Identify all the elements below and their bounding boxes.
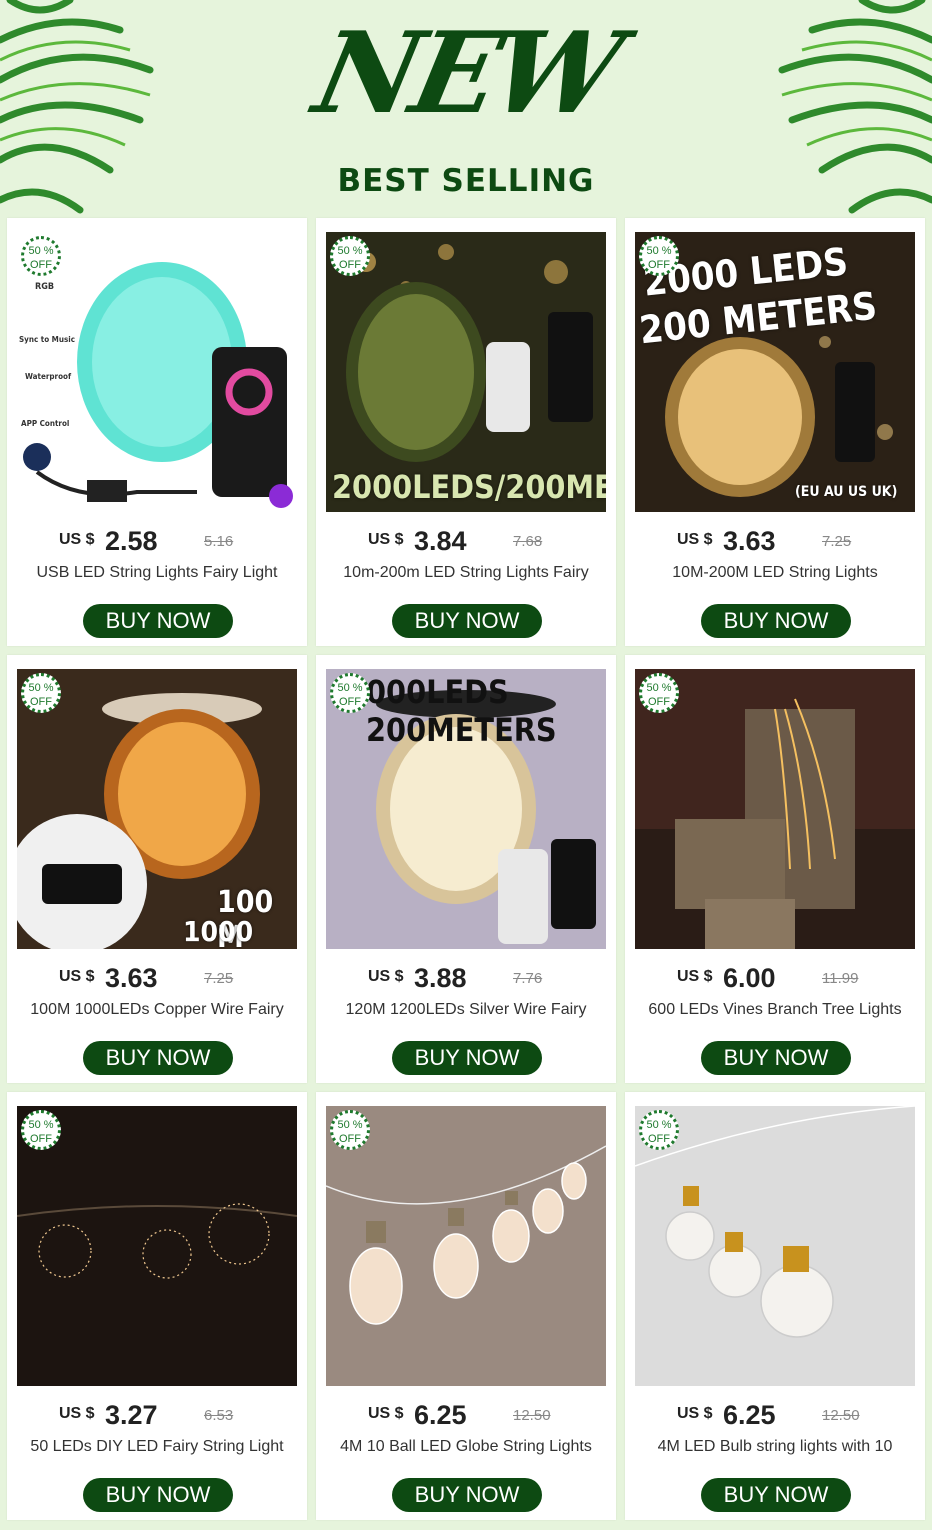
discount-badge: 50 % OFF [639,673,679,713]
original-price: 12.50 [513,1407,551,1424]
product-image[interactable] [635,1106,915,1386]
product-image[interactable]: 000LEDS 200METERS [326,669,606,949]
buy-now-button[interactable]: BUY NOW [83,1041,233,1075]
sale-price: 3.63 [723,526,776,556]
price-row: US $ 3.27 6.53 [7,1400,307,1436]
price-row: US $ 6.25 12.50 [316,1400,616,1436]
sale-price: 2.58 [105,526,158,556]
product-image[interactable]: RGB Sync to Music Waterproof APP Control [17,232,297,512]
best-selling-heading: BEST SELLING [337,163,595,199]
product-title[interactable]: USB LED String Lights Fairy Light [7,564,307,582]
original-price: 7.25 [204,970,234,987]
product-image[interactable] [635,669,915,949]
price-row: US $ 6.25 12.50 [625,1400,925,1436]
product-card[interactable]: 2000LEDS/200METERS 50 %OFF US $ 3.84 7.6… [316,218,616,646]
sale-price: 6.25 [723,1400,776,1430]
product-title[interactable]: 4M LED Bulb string lights with 10 [625,1438,925,1456]
buy-now-button[interactable]: BUY NOW [392,1478,542,1512]
currency-label: US $ [677,531,713,548]
discount-badge: 50 % OFF [21,1110,61,1150]
sale-price: 3.84 [414,526,467,556]
product-title[interactable]: 10M-200M LED String Lights [625,564,925,582]
product-card[interactable]: 50 % OFF US $ 3.27 6.53 50 LEDs DIY LED F… [7,1092,307,1520]
original-price: 5.16 [204,533,234,550]
buy-now-button[interactable]: BUY NOW [701,1478,851,1512]
currency-label: US $ [368,531,404,548]
discount-badge: 50 % OFF [330,673,370,713]
product-title[interactable]: 50 LEDs DIY LED Fairy String Light [7,1438,307,1456]
discount-badge: 50 % OFF [21,673,61,713]
discount-badge: 50 % OFF [330,236,370,276]
sale-price: 6.00 [723,963,776,993]
currency-label: US $ [59,968,95,985]
product-image[interactable] [326,1106,606,1386]
image-caption: RGB [35,282,55,292]
product-title[interactable]: 600 LEDs Vines Branch Tree Lights [625,1001,925,1019]
product-title[interactable]: 4M 10 Ball LED Globe String Lights [316,1438,616,1456]
buy-now-button[interactable]: BUY NOW [701,1041,851,1075]
currency-label: US $ [368,968,404,985]
original-price: 7.25 [822,533,852,550]
product-card[interactable]: 50 % OFF US $ 6.25 12.50 4M LED Bulb stri… [625,1092,925,1520]
image-caption: APP Control [21,419,70,428]
price-row: US $ 3.63 7.25 [7,963,307,999]
currency-label: US $ [59,1405,95,1422]
product-image[interactable]: 2000LEDS/200METERS [326,232,606,512]
buy-now-button[interactable]: BUY NOW [701,604,851,638]
sale-price: 3.88 [414,963,467,993]
image-caption: Waterproof [25,372,72,381]
image-caption: 1000 LEDs [183,915,254,949]
image-caption: (EU AU US UK) [795,484,898,500]
original-price: 7.76 [513,970,543,987]
buy-now-button[interactable]: BUY NOW [392,604,542,638]
price-row: US $ 6.00 11.99 [625,963,925,999]
currency-label: US $ [677,1405,713,1422]
product-title[interactable]: 10m-200m LED String Lights Fairy [316,564,616,582]
original-price: 11.99 [822,970,859,987]
sale-price: 3.27 [105,1400,158,1430]
product-title[interactable]: 120M 1200LEDs Silver Wire Fairy [316,1001,616,1019]
original-price: 7.68 [513,533,543,550]
new-logo: NEW [304,8,628,139]
product-card[interactable]: RGB Sync to Music Waterproof APP Control… [7,218,307,646]
price-row: US $ 3.63 7.25 [625,526,925,562]
discount-badge: 50 % OFF [639,236,679,276]
product-image[interactable]: 2000 LEDS 200 METERS (EU AU US UK) [635,232,915,512]
discount-badge: 50 % OFF [639,1110,679,1150]
product-title[interactable]: 100M 1000LEDs Copper Wire Fairy [7,1001,307,1019]
currency-label: US $ [677,968,713,985]
buy-now-button[interactable]: BUY NOW [392,1041,542,1075]
currency-label: US $ [368,1405,404,1422]
product-card[interactable]: 000LEDS 200METERS 50 % OFF US $ 3.88 7.76… [316,655,616,1083]
price-row: US $ 2.58 5.16 [7,526,307,562]
price-row: US $ 3.84 7.68 [316,526,616,562]
price-row: US $ 3.88 7.76 [316,963,616,999]
product-image[interactable] [17,1106,297,1386]
buy-now-button[interactable]: BUY NOW [83,1478,233,1512]
sale-price: 6.25 [414,1400,467,1430]
promo-header: NEW BEST SELLING [0,0,932,215]
product-image[interactable]: 100 M 1000 LEDs [17,669,297,949]
discount-badge: 50 % OFF [330,1110,370,1150]
image-caption: 000LEDS 200METERS [366,673,557,749]
product-card[interactable]: 2000 LEDS 200 METERS (EU AU US UK) 50 % O… [625,218,925,646]
image-caption: 2000LEDS/200METERS [332,468,606,506]
sale-price: 3.63 [105,963,158,993]
original-price: 6.53 [204,1407,234,1424]
product-card[interactable]: 50 % OFF US $ 6.00 11.99 600 LEDs Vines B… [625,655,925,1083]
buy-now-button[interactable]: BUY NOW [83,604,233,638]
image-caption: Sync to Music [19,335,75,344]
product-card[interactable]: 50 % OFF US $ 6.25 12.50 4M 10 Ball LED G… [316,1092,616,1520]
product-card[interactable]: 100 M 1000 LEDs 50 %OFF US $ 3.63 7.25 1… [7,655,307,1083]
discount-badge: 50 % OFF [21,236,61,276]
original-price: 12.50 [822,1407,860,1424]
currency-label: US $ [59,531,95,548]
